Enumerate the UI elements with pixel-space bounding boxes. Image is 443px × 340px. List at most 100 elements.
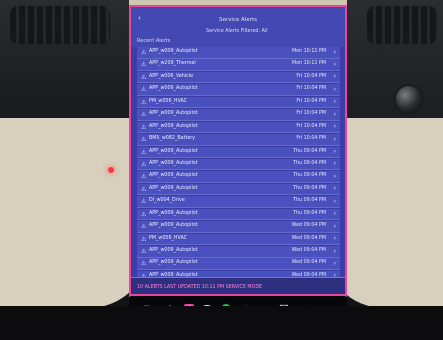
alert-row[interactable]: ⚠ APP_w009_Autopilot Thu 09:04 PM ›: [137, 158, 340, 171]
screen-header: ‹ Service Alerts Service Alerts Filtered…: [131, 7, 345, 47]
status-text: 10 ALERTS LAST UPDATED 10:11 PM SERVICE …: [137, 285, 263, 290]
alert-name: APP_w009_Autopilot: [149, 185, 198, 191]
chevron-right-icon: ›: [333, 185, 336, 193]
alert-name: APP_w209_Thermal: [149, 61, 196, 67]
hazard-led: [108, 167, 114, 173]
chevron-right-icon: ›: [333, 172, 336, 180]
alert-time: Thu 09:04 PM: [293, 210, 326, 216]
alert-name: BMS_w082_Battery: [149, 136, 196, 142]
warning-icon: ⚠: [141, 235, 147, 243]
alert-row[interactable]: ⚠APP_w009_Autopilot Wed 09:04 PM ›: [137, 258, 340, 270]
chevron-right-icon: ›: [333, 210, 336, 218]
alert-row[interactable]: ⚠ PM_w056_HVAC Wed 09:04 PM ›: [137, 233, 340, 246]
section-label: Recent Alerts: [137, 38, 171, 44]
alert-name: APP_w006_Vehicle: [149, 73, 194, 79]
chevron-right-icon: ›: [333, 73, 336, 81]
warning-icon: ⚠: [141, 86, 147, 94]
alert-name: APP_w009_Autopilot: [149, 248, 198, 253]
alert-row[interactable]: ⚠ APP_w009_Autopilot Thu 09:04 PM ›: [137, 183, 340, 196]
chevron-right-icon: ›: [333, 235, 336, 243]
alert-time: Fri 10:04 PM: [296, 98, 326, 104]
alert-name: APP_w009_Autopilot: [149, 223, 198, 229]
warning-icon: ⚠: [141, 73, 147, 81]
warning-icon: ⚠: [141, 160, 147, 168]
chevron-right-icon: ›: [333, 247, 336, 255]
alert-name: APP_w009_Autopilot: [149, 173, 198, 179]
alert-row[interactable]: ⚠ APP_w009_Autopilot Fri 10:04 PM ›: [137, 84, 340, 96]
alert-name: APP_w009_Autopilot: [149, 86, 198, 92]
alert-time: Wed 09:04 PM: [291, 235, 326, 241]
chevron-right-icon: ›: [333, 135, 336, 143]
alert-row[interactable]: ⚠ DI_w004_Drive Thu 09:04 PM ›: [137, 196, 340, 208]
alert-row[interactable]: ⚠ APP_w009_Autopilot Thu 09:04 PM ›: [137, 171, 340, 183]
alert-row[interactable]: ⚠ PM_w056_HVAC Fri 10:04 PM ›: [137, 96, 340, 109]
alert-row[interactable]: ⚠ APP_w009_Autopilot Thu 09:04 PM ›: [137, 146, 340, 158]
alert-time: Fri 10:04 PM: [296, 73, 326, 79]
warning-icon: ⚠: [141, 248, 147, 255]
alert-time: Wed 09:04 PM: [291, 260, 326, 266]
alert-row[interactable]: ⚠ APP_w009_Autopilot Mon 10:11 PM ›: [137, 47, 340, 59]
alert-time: Mon 10:11 PM: [291, 49, 326, 54]
alert-name: APP_w009_Autopilot: [149, 49, 198, 54]
warning-icon: ⚠: [141, 148, 147, 156]
chevron-right-icon: ›: [333, 48, 336, 56]
alert-name: PM_w056_HVAC: [149, 98, 188, 104]
alert-name: APP_w009_Autopilot: [149, 148, 198, 154]
alert-row[interactable]: ⚠APP_w009_Autopilot Wed 09:04 PM ›: [137, 246, 340, 258]
chevron-right-icon: ›: [333, 160, 336, 168]
warning-icon: ⚠: [141, 260, 147, 268]
warning-icon: ⚠: [141, 49, 147, 56]
alert-time: Thu 09:04 PM: [293, 198, 326, 204]
alerts-list: ⚠ APP_w009_Autopilot Mon 10:11 PM › ⚠ APP_w20…: [137, 47, 340, 283]
screen-subinfo: Service Alerts Filtered: All: [206, 29, 268, 34]
alert-name: DI_w004_Drive: [149, 198, 185, 204]
alert-time: Mon 10:11 PM: [291, 61, 326, 67]
alert-row[interactable]: ⚠ APP_w009_Autopilot Fri 10:04 PM ›: [137, 109, 340, 121]
alert-row[interactable]: ⚠ BMS_w082_Battery Fri 10:04 PM ›: [137, 134, 340, 146]
alert-time: Fri 10:04 PM: [296, 136, 326, 142]
warning-icon: ⚠: [141, 123, 147, 131]
alert-row[interactable]: ⚠ APP_w009_Autopilot Fri 10:04 PM ›: [137, 121, 340, 134]
chevron-right-icon: ›: [333, 85, 336, 93]
left-beige-trim: [0, 118, 149, 308]
warning-icon: ⚠: [141, 173, 147, 181]
photo-scene: ‹ Service Alerts Service Alerts Filtered…: [0, 0, 443, 340]
alert-name: APP_w009_Autopilot: [149, 111, 198, 117]
alert-row[interactable]: ⚠ APP_w006_Vehicle Fri 10:04 PM ›: [137, 71, 340, 84]
warning-icon: ⚠: [141, 111, 147, 119]
chevron-right-icon: ›: [333, 222, 336, 230]
alert-time: Wed 09:04 PM: [291, 223, 326, 229]
status-band: 10 ALERTS LAST UPDATED 10:11 PM SERVICE …: [131, 277, 345, 294]
alert-row[interactable]: ⚠APP_w009_Autopilot Wed 09:04 PM ›: [137, 221, 340, 233]
warning-icon: ⚠: [141, 210, 147, 218]
warning-icon: ⚠: [141, 223, 147, 231]
volume-knob: [396, 86, 422, 112]
alert-row[interactable]: ⚠ APP_w009_Autopilot Thu 09:04 PM ›: [137, 208, 340, 221]
alert-time: Thu 09:04 PM: [293, 160, 326, 166]
warning-icon: ⚠: [141, 61, 147, 69]
alert-time: Fri 10:04 PM: [296, 111, 326, 117]
warning-icon: ⚠: [141, 98, 147, 106]
alert-time: Thu 09:04 PM: [293, 185, 326, 191]
alert-time: Wed 09:04 PM: [291, 248, 326, 253]
chevron-right-icon: ›: [333, 60, 336, 68]
alert-time: Fri 10:04 PM: [296, 86, 326, 92]
center-console-base: [0, 306, 443, 340]
chevron-right-icon: ›: [333, 98, 336, 106]
warning-icon: ⚠: [141, 185, 147, 193]
chevron-right-icon: ›: [333, 110, 336, 118]
right-air-vent: [367, 6, 437, 44]
chevron-right-icon: ›: [333, 123, 336, 131]
warning-icon: ⚠: [141, 198, 147, 206]
alert-time: Thu 09:04 PM: [293, 173, 326, 179]
screen-title: Service Alerts: [218, 17, 258, 23]
warning-icon: ⚠: [141, 136, 147, 144]
alert-name: APP_w009_Autopilot: [149, 160, 198, 166]
alert-row[interactable]: ⚠ APP_w209_Thermal Mon 10:11 PM ›: [137, 59, 340, 71]
chevron-right-icon: ›: [333, 259, 336, 267]
alert-time: Fri 10:04 PM: [296, 123, 326, 129]
left-air-vent: [10, 6, 110, 44]
chevron-right-icon: ›: [333, 148, 336, 155]
alert-name: APP_w009_Autopilot: [149, 123, 198, 129]
center-touchscreen: ‹ Service Alerts Service Alerts Filtered…: [129, 5, 347, 296]
